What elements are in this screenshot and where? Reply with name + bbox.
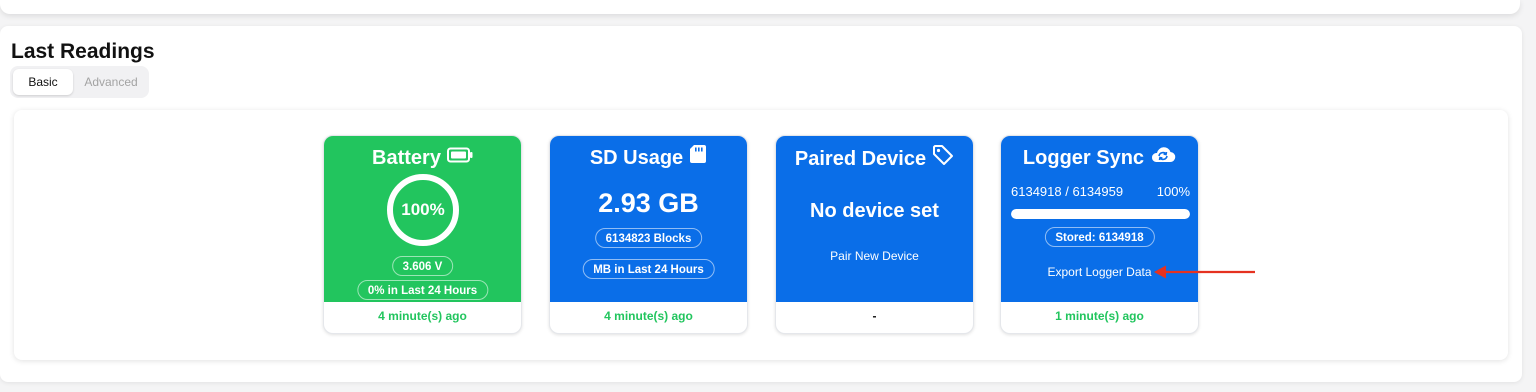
sd-daily-badge: MB in Last 24 Hours [582,259,715,279]
tab-advanced[interactable]: Advanced [76,69,146,95]
sync-percent: 100% [1156,184,1190,199]
readings-panel [14,110,1508,360]
battery-change-badge: 0% in Last 24 Hours [356,280,489,300]
sd-updated: 4 minute(s) ago [604,309,693,323]
tag-icon [932,144,954,172]
top-panel-edge [0,0,1520,14]
paired-title-text: Paired Device [794,147,927,170]
paired-card-title: Paired Device [776,144,973,172]
pair-new-device-link[interactable]: Pair New Device [776,249,973,263]
logger-sync-card: Logger Sync 6134918 / 6134959 100% Store… [1000,135,1199,334]
battery-card-body: Battery 100% 3.606 V 0% in Last 24 Hours [324,136,521,302]
sd-card-title: SD Usage [550,144,747,170]
paired-card-body: Paired Device No device set Pair New Dev… [776,136,973,302]
cloud-sync-icon [1150,144,1176,170]
battery-icon [446,146,473,169]
battery-card: Battery 100% 3.606 V 0% in Last 24 Hours… [323,135,522,334]
battery-percent-ring: 100% [387,174,459,246]
sync-card-title: Logger Sync [1001,147,1198,170]
annotation-arrow-icon [1154,265,1255,279]
readings-tabs: Basic Advanced [10,66,149,98]
sd-usage-card: SD Usage 2.93 GB 6134823 Blocks MB in La… [549,135,748,334]
sd-title-text: SD Usage [589,147,684,169]
sd-card-icon [689,144,707,170]
sync-updated: 1 minute(s) ago [1055,309,1144,323]
battery-percent: 100% [401,200,445,219]
sync-title-text: Logger Sync [1022,147,1145,169]
sync-counts: 6134918 / 6134959 [1011,184,1124,199]
section-title: Last Readings [11,40,155,63]
sync-progress-bar [1011,209,1190,219]
paired-device-card: Paired Device No device set Pair New Dev… [775,135,974,334]
sync-progress-row: 6134918 / 6134959 100% [1011,184,1190,199]
sync-stored-badge: Stored: 6134918 [1044,227,1155,247]
sync-progress-fill [1011,209,1190,219]
tab-basic[interactable]: Basic [13,69,73,95]
battery-title-text: Battery [372,147,441,169]
battery-updated: 4 minute(s) ago [378,309,467,323]
paired-updated: - [872,309,877,323]
sd-usage-value: 2.93 GB [598,188,699,218]
battery-voltage-badge: 3.606 V [391,256,454,276]
paired-status: No device set [810,200,939,222]
battery-card-title: Battery [324,147,521,170]
sd-card-body: SD Usage 2.93 GB 6134823 Blocks MB in La… [550,136,747,302]
sd-blocks-badge: 6134823 Blocks [594,228,703,248]
